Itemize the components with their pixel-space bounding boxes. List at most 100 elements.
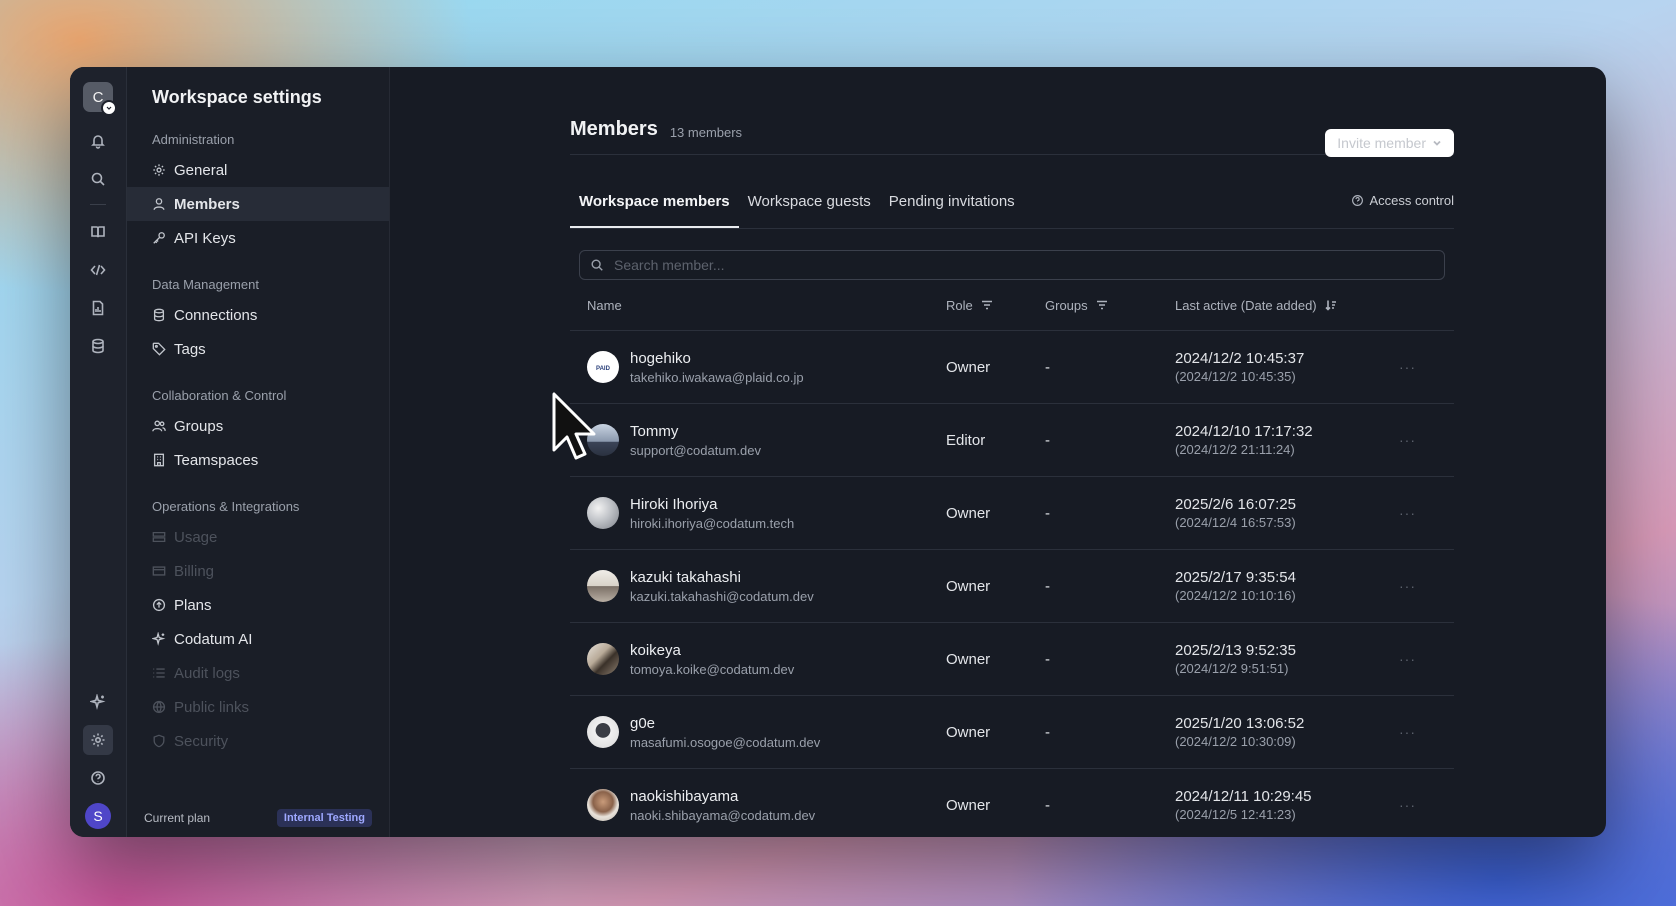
column-header-last-active-label: Last active (Date added) [1175, 297, 1317, 313]
shield-icon [153, 734, 165, 748]
workspace-switcher[interactable]: C [83, 82, 117, 116]
gear-icon [153, 164, 165, 176]
sidebar-item-label: Usage [174, 528, 218, 546]
help-icon[interactable] [83, 763, 113, 793]
sidebar-item-plans[interactable]: Plans [127, 588, 389, 622]
bell-icon[interactable] [83, 126, 113, 156]
tab-workspace-guests[interactable]: Workspace guests [739, 193, 880, 228]
sidebar-item-teamspaces[interactable]: Teamspaces [127, 443, 389, 477]
row-more-button[interactable]: ··· [1399, 651, 1454, 667]
member-date-added: (2024/12/2 10:30:09) [1175, 734, 1296, 749]
sidebar-item-public-links[interactable]: Public links [127, 690, 389, 724]
plan-badge: Internal Testing [276, 809, 372, 827]
table-row[interactable]: naokishibayama naoki.shibayama@codatum.d… [570, 769, 1454, 837]
sidebar-item-label: Groups [174, 417, 224, 435]
tab-workspace-members[interactable]: Workspace members [570, 193, 739, 228]
table-row[interactable]: Hiroki Ihoriya hiroki.ihoriya@codatum.te… [570, 477, 1454, 550]
sidebar-item-usage[interactable]: Usage [127, 520, 389, 554]
tab-pending-invitations[interactable]: Pending invitations [880, 193, 1024, 228]
database-icon[interactable] [83, 331, 113, 361]
member-last-active: 2025/2/17 9:35:54 [1175, 569, 1296, 586]
book-icon[interactable] [83, 217, 113, 247]
column-header-role: Role [946, 298, 1045, 313]
sidebar-item-api-keys[interactable]: API Keys [127, 221, 389, 255]
sidebar-item-label: Tags [174, 340, 206, 358]
sidebar-item-label: Codatum AI [174, 630, 253, 648]
sidebar-item-general[interactable]: General [127, 153, 389, 187]
member-tabs: Workspace members Workspace guests Pendi… [570, 155, 1454, 229]
table-row[interactable]: PAID hogehiko takehiko.iwakawa@plaid.co.… [570, 331, 1454, 404]
member-role: Owner [946, 504, 991, 522]
sort-descending-icon[interactable] [1325, 299, 1337, 311]
sidebar-item-label: Plans [174, 596, 212, 614]
row-more-button[interactable]: ··· [1399, 797, 1454, 813]
sidebar-item-security[interactable]: Security [127, 724, 389, 758]
user-initial: S [93, 808, 103, 824]
invite-member-button[interactable]: Invite member [1325, 129, 1454, 157]
sidebar-item-audit-logs[interactable]: Audit logs [127, 656, 389, 690]
member-groups: - [1045, 577, 1050, 595]
member-last-active: 2024/12/11 10:29:45 [1175, 788, 1312, 805]
member-role: Owner [946, 358, 991, 376]
page-title: Members [570, 118, 658, 140]
users-icon [152, 420, 166, 432]
code-icon[interactable] [83, 255, 113, 285]
table-row[interactable]: g0e masafumi.osogoe@codatum.dev Owner - … [570, 696, 1454, 769]
member-name: g0e [630, 714, 656, 732]
filter-icon[interactable] [981, 299, 993, 311]
table-row[interactable]: kazuki takahashi kazuki.takahashi@codatu… [570, 550, 1454, 623]
member-role: Owner [946, 796, 991, 814]
building-icon [153, 453, 165, 467]
sidebar-item-members[interactable]: Members [127, 187, 389, 221]
sparkle-icon[interactable] [83, 687, 113, 717]
member-groups: - [1045, 723, 1050, 741]
report-icon[interactable] [83, 293, 113, 323]
sidebar-item-connections[interactable]: Connections [127, 298, 389, 332]
filter-icon[interactable] [1096, 299, 1108, 311]
search-icon[interactable] [83, 164, 113, 194]
sidebar-item-label: Public links [174, 698, 250, 716]
user-avatar[interactable]: S [85, 803, 111, 829]
table-row[interactable]: Tommy support@codatum.dev Editor - 2024/… [570, 404, 1454, 477]
member-name: koikeya [630, 641, 681, 659]
column-header-role-label: Role [946, 297, 973, 313]
sidebar-item-label: Members [174, 195, 240, 213]
icon-rail: C S [70, 67, 127, 837]
arrow-up-circle-icon [152, 598, 166, 612]
globe-icon [152, 700, 166, 714]
member-last-active: 2024/12/10 17:17:32 [1175, 423, 1313, 440]
avatar [587, 789, 619, 821]
member-email: kazuki.takahashi@codatum.dev [630, 588, 814, 604]
table-row[interactable]: koikeya tomoya.koike@codatum.dev Owner -… [570, 623, 1454, 696]
search-member-input[interactable] [612, 256, 1376, 274]
gear-icon[interactable] [83, 725, 113, 755]
table-header: Name Role Groups Last active (Date added… [570, 280, 1454, 331]
member-role: Owner [946, 577, 991, 595]
row-more-button[interactable]: ··· [1399, 578, 1454, 594]
member-date-added: (2024/12/2 9:51:51) [1175, 661, 1289, 676]
sidebar-item-codatum-ai[interactable]: Codatum AI [127, 622, 389, 656]
row-more-button[interactable]: ··· [1399, 724, 1454, 740]
sidebar-item-label: API Keys [174, 229, 236, 247]
sidebar-title: Workspace settings [152, 87, 322, 107]
user-icon [153, 198, 165, 210]
row-more-button[interactable]: ··· [1399, 505, 1454, 521]
search-member-box [579, 250, 1445, 280]
member-last-active: 2025/2/13 9:52:35 [1175, 642, 1296, 659]
chevron-down-icon [1433, 140, 1441, 146]
section-label-administration: Administration [152, 132, 235, 147]
sidebar-item-tags[interactable]: Tags [127, 332, 389, 366]
sidebar-item-groups[interactable]: Groups [127, 409, 389, 443]
key-icon [153, 232, 165, 244]
row-more-button[interactable]: ··· [1399, 432, 1454, 448]
access-control-link[interactable]: Access control [1351, 193, 1454, 208]
current-plan: Current plan Internal Testing [144, 809, 372, 827]
sidebar-item-billing[interactable]: Billing [127, 554, 389, 588]
member-role: Owner [946, 723, 991, 741]
app-window: C S Workspace settings Administration Ge… [70, 67, 1606, 837]
avatar [587, 497, 619, 529]
member-date-added: (2024/12/4 16:57:53) [1175, 515, 1296, 530]
member-date-added: (2024/12/2 21:11:24) [1175, 442, 1295, 457]
member-date-added: (2024/12/5 12:41:23) [1175, 807, 1296, 822]
row-more-button[interactable]: ··· [1399, 359, 1454, 375]
